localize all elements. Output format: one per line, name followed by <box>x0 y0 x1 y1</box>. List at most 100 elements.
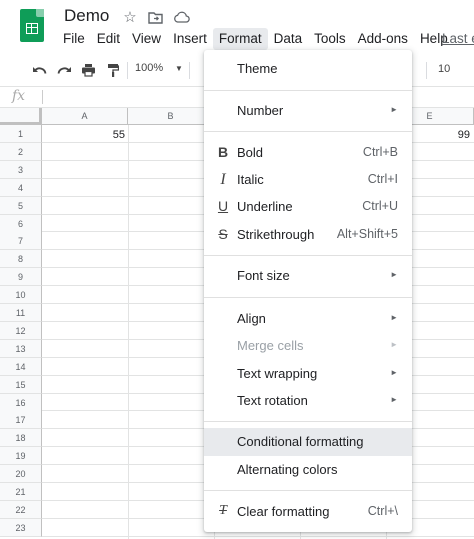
menu-format[interactable]: Format <box>212 28 268 50</box>
star-icon[interactable]: ☆ <box>121 8 139 26</box>
menu-shortcut: Ctrl+I <box>367 172 398 186</box>
menu-item-label: Align <box>237 311 266 326</box>
menu-item-align[interactable]: Align ► <box>204 305 412 333</box>
menu-item-text-wrapping[interactable]: Text wrapping ► <box>204 360 412 388</box>
row-header[interactable]: 14 <box>0 357 42 376</box>
menu-item-number[interactable]: Number ► <box>204 97 412 125</box>
menu-item-label: Text wrapping <box>237 366 318 381</box>
cell-a1[interactable]: 55 <box>42 129 125 141</box>
menu-item-conditional-formatting[interactable]: Conditional formatting <box>204 428 412 456</box>
underline-icon: U <box>217 198 229 214</box>
toolbar-divider <box>127 62 128 79</box>
row-header[interactable]: 23 <box>0 518 42 537</box>
row-header[interactable]: 3 <box>0 160 42 179</box>
menu-item-merge-cells: Merge cells ► <box>204 332 412 360</box>
row-header[interactable]: 13 <box>0 339 42 358</box>
submenu-arrow-icon: ► <box>390 340 398 349</box>
row-header[interactable]: 15 <box>0 375 42 394</box>
menu-separator <box>204 490 412 491</box>
row-header[interactable]: 18 <box>0 429 42 448</box>
undo-icon[interactable] <box>30 61 48 79</box>
italic-icon: I <box>220 171 226 188</box>
row-header[interactable]: 21 <box>0 483 42 501</box>
menu-item-theme[interactable]: Theme <box>204 55 412 83</box>
column-header-a[interactable]: A <box>42 108 128 125</box>
menu-item-text-rotation[interactable]: Text rotation ► <box>204 387 412 415</box>
menu-separator <box>204 131 412 132</box>
menu-view[interactable]: View <box>126 28 167 50</box>
row-header[interactable]: 20 <box>0 465 42 484</box>
move-to-folder-icon[interactable] <box>146 8 164 26</box>
clear-formatting-icon: T <box>219 503 227 518</box>
select-all-corner[interactable] <box>0 108 42 125</box>
zoom-dropdown-icon[interactable]: ▼ <box>175 64 183 73</box>
menu-item-alternating-colors[interactable]: Alternating colors <box>204 456 412 484</box>
row-header[interactable]: 19 <box>0 447 42 466</box>
menu-item-label: Number <box>237 103 284 118</box>
menu-item-label: Bold <box>237 145 264 160</box>
submenu-arrow-icon: ► <box>390 368 398 377</box>
toolbar-divider <box>189 62 190 79</box>
fx-icon: fx <box>12 88 26 104</box>
bold-icon: B <box>217 144 229 160</box>
menu-item-underline[interactable]: U Underline Ctrl+U <box>204 193 412 221</box>
column-header-b[interactable]: B <box>128 108 214 125</box>
menu-item-clear-formatting[interactable]: T Clear formatting Ctrl+\ <box>204 498 412 526</box>
menu-separator <box>204 421 412 422</box>
menu-item-label: Text rotation <box>237 393 308 408</box>
menu-shortcut: Alt+Shift+5 <box>336 227 398 241</box>
menu-item-label: Clear formatting <box>237 504 330 519</box>
row-header[interactable]: 22 <box>0 500 42 519</box>
menu-item-label: Font size <box>237 268 290 283</box>
row-header[interactable]: 17 <box>0 411 42 430</box>
menu-item-label: Conditional formatting <box>237 434 364 449</box>
redo-icon[interactable] <box>55 61 73 79</box>
menu-item-label: Strikethrough <box>237 227 315 242</box>
toolbar-divider <box>426 62 427 79</box>
row-header[interactable]: 9 <box>0 268 42 287</box>
menu-item-font-size[interactable]: Font size ► <box>204 262 412 290</box>
doc-title[interactable]: Demo <box>64 6 109 26</box>
menu-item-italic[interactable]: I Italic Ctrl+I <box>204 166 412 194</box>
menu-data[interactable]: Data <box>268 28 309 50</box>
row-header[interactable]: 7 <box>0 232 42 251</box>
menu-item-label: Merge cells <box>237 338 304 353</box>
menu-separator <box>204 297 412 298</box>
font-size-input[interactable]: 10 <box>438 63 450 75</box>
row-header[interactable]: 6 <box>0 214 42 233</box>
menu-separator <box>204 255 412 256</box>
menu-add-ons[interactable]: Add-ons <box>352 28 414 50</box>
submenu-arrow-icon: ► <box>390 270 398 279</box>
row-header[interactable]: 4 <box>0 178 42 197</box>
last-edit-link[interactable]: Last e <box>442 31 474 46</box>
cell-b1[interactable]: 2 <box>128 129 211 141</box>
sheets-logo[interactable] <box>20 9 44 42</box>
zoom-select[interactable]: 100% <box>135 62 163 74</box>
menu-separator <box>204 90 412 91</box>
submenu-arrow-icon: ► <box>390 395 398 404</box>
row-header[interactable]: 1 <box>0 125 42 143</box>
menu-insert[interactable]: Insert <box>167 28 213 50</box>
menu-file[interactable]: File <box>57 28 91 50</box>
row-header[interactable]: 10 <box>0 286 42 305</box>
row-gridline <box>42 535 474 537</box>
menu-shortcut: Ctrl+B <box>362 145 398 159</box>
menu-shortcut: Ctrl+\ <box>367 504 398 518</box>
formula-divider <box>42 90 43 104</box>
row-header[interactable]: 16 <box>0 393 42 412</box>
menu-item-bold[interactable]: B Bold Ctrl+B <box>204 139 412 167</box>
menu-bar: File Edit View Insert Format Data Tools … <box>57 28 454 50</box>
menu-edit[interactable]: Edit <box>91 28 126 50</box>
menu-tools[interactable]: Tools <box>308 28 352 50</box>
row-header[interactable]: 2 <box>0 142 42 161</box>
print-icon[interactable] <box>79 61 97 79</box>
row-header[interactable]: 11 <box>0 304 42 322</box>
row-header[interactable]: 5 <box>0 196 42 215</box>
column-gridline <box>128 125 129 539</box>
paint-format-icon[interactable] <box>104 61 122 79</box>
menu-shortcut: Ctrl+U <box>362 199 398 213</box>
row-header[interactable]: 12 <box>0 321 42 340</box>
cloud-status-icon[interactable] <box>172 8 190 26</box>
row-header[interactable]: 8 <box>0 250 42 269</box>
menu-item-strikethrough[interactable]: S Strikethrough Alt+Shift+5 <box>204 221 412 249</box>
